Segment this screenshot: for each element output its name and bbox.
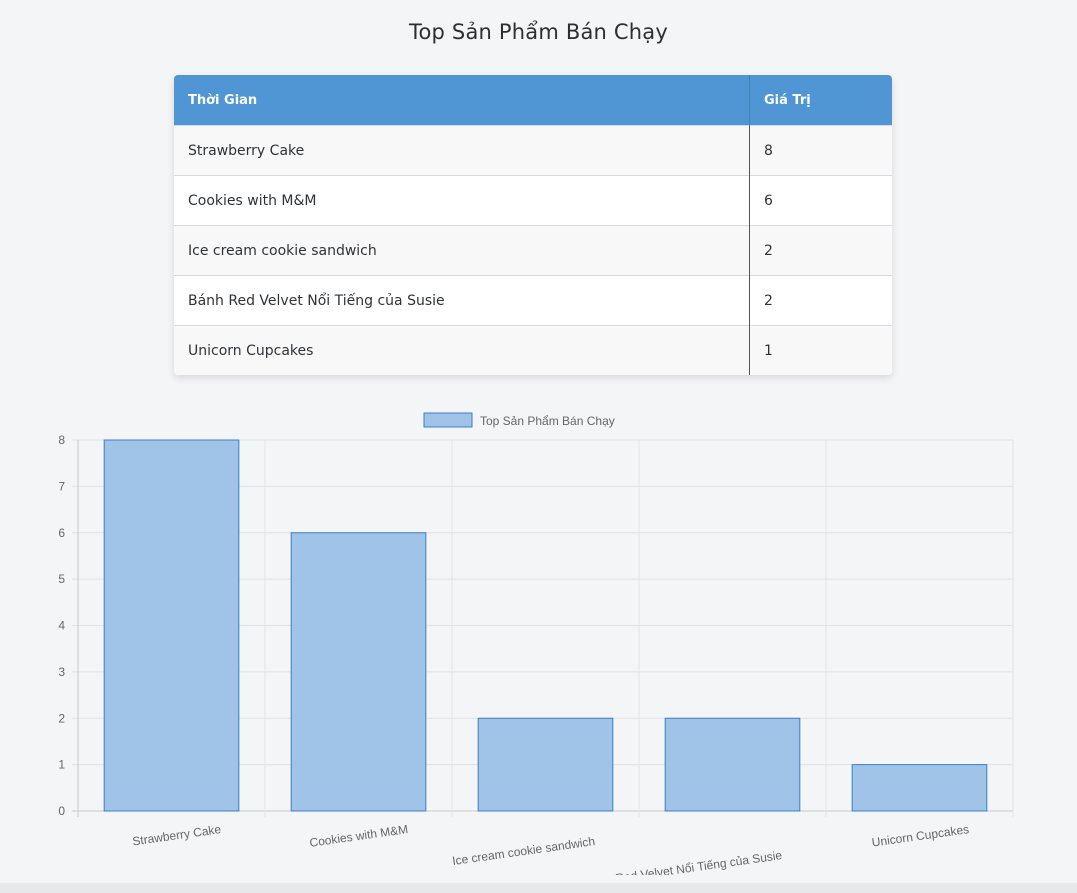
top-products-table-card: Thời Gian Giá Trị Strawberry Cake 8 Cook…	[174, 75, 892, 375]
legend-swatch	[423, 412, 473, 428]
table-row: Strawberry Cake 8	[174, 125, 892, 176]
x-tick-label: Strawberry Cake	[131, 822, 222, 848]
row-product-name: Bánh Red Velvet Nổi Tiếng của Susie	[174, 275, 750, 326]
row-product-value: 2	[749, 225, 892, 276]
x-tick-label: Ice cream cookie sandwich	[451, 834, 596, 868]
table-row: Bánh Red Velvet Nổi Tiếng của Susie 2	[174, 275, 892, 326]
bar-chart[interactable]: 0 1 2 3 4 5 6 7 8 Strawberry Cake Cookies with M&M…	[0, 405, 1077, 890]
table-header-row: Thời Gian Giá Trị	[174, 75, 892, 126]
top-products-table: Thời Gian Giá Trị Strawberry Cake 8 Cook…	[174, 75, 892, 375]
bar-chart-container: 0 1 2 3 4 5 6 7 8 Strawberry Cake Cookies with M&M…	[0, 405, 1077, 890]
legend-label: Top Sản Phẩm Bán Chạy	[480, 414, 615, 428]
row-product-name: Unicorn Cupcakes	[174, 325, 750, 375]
table-row: Unicorn Cupcakes 1	[174, 325, 892, 375]
y-tick-label: 2	[58, 711, 65, 725]
row-product-value: 1	[749, 325, 892, 375]
y-tick-label: 4	[58, 619, 65, 633]
row-product-value: 6	[749, 175, 892, 226]
y-tick-label: 7	[58, 479, 65, 493]
row-product-value: 8	[749, 125, 892, 176]
x-tick-label: Bánh Red Velvet Nổi Tiếng của Susie	[583, 848, 783, 875]
row-product-name: Ice cream cookie sandwich	[174, 225, 750, 276]
y-tick-label: 1	[58, 758, 65, 772]
table-row: Cookies with M&M 6	[174, 175, 892, 226]
column-header-value[interactable]: Giá Trị	[749, 75, 892, 126]
y-tick-label: 8	[58, 433, 65, 447]
y-tick-label: 6	[58, 526, 65, 540]
row-product-name: Strawberry Cake	[174, 125, 750, 176]
page: Top Sản Phẩm Bán Chạy Thời Gian Giá Trị …	[0, 0, 1077, 893]
bar	[664, 717, 801, 812]
x-tick-label: Unicorn Cupcakes	[871, 822, 970, 850]
y-tick-label: 3	[58, 665, 65, 679]
page-title: Top Sản Phẩm Bán Chạy	[409, 20, 668, 44]
y-tick-label: 5	[58, 572, 65, 586]
table-row: Ice cream cookie sandwich 2	[174, 225, 892, 276]
bottom-scrollbar-track	[0, 883, 1077, 893]
x-tick-label: Cookies with M&M	[309, 822, 409, 850]
row-product-value: 2	[749, 275, 892, 326]
bar	[103, 439, 240, 812]
y-tick-label: 0	[58, 804, 65, 818]
bar	[851, 764, 988, 812]
column-header-time[interactable]: Thời Gian	[174, 75, 750, 126]
bar	[477, 717, 614, 812]
bar	[290, 532, 427, 812]
row-product-name: Cookies with M&M	[174, 175, 750, 226]
